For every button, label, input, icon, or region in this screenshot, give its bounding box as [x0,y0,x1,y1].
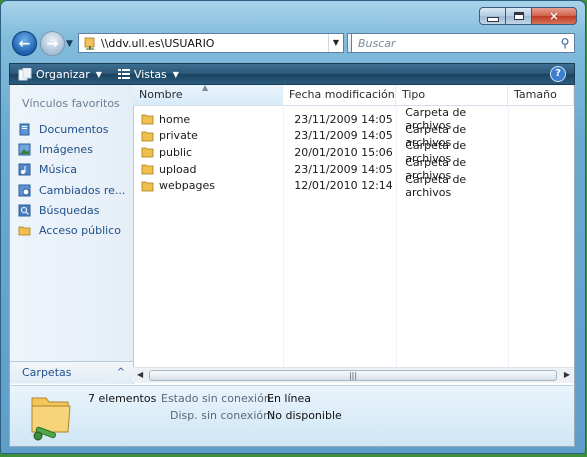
favorite-links-title: Vínculos favoritos [22,97,120,110]
offline-availability-label: Disp. sin conexión: [170,409,274,422]
column-divider [283,105,284,367]
network-folder-icon [84,37,95,50]
music-icon [18,163,31,176]
favorite-links-list: Documentos Imágenes Música Cambiados re.… [18,119,125,241]
search-input[interactable] [356,35,556,51]
scroll-right-icon[interactable]: ▶ [564,370,570,379]
search-icon[interactable]: ⚲ [556,36,574,50]
forward-arrow-icon: → [46,35,59,52]
address-bar[interactable]: \\ddv.ull.es\USUARIO ▼ [78,33,344,53]
favorite-link-cambiados[interactable]: Cambiados re... [18,180,125,200]
scrollbar-thumb[interactable]: ||| [149,370,557,381]
folder-icon [141,164,154,175]
organize-icon [18,67,32,80]
file-name: upload [159,162,197,176]
folder-icon [141,148,154,158]
folders-label: Carpetas [22,366,72,379]
folder-icon [141,181,154,192]
organize-button[interactable]: Organizar ▼ [18,67,102,81]
close-button[interactable]: × [531,7,577,25]
favorite-link-documentos[interactable]: Documentos [18,119,125,139]
organize-dropdown-icon: ▼ [95,69,102,79]
address-dropdown-icon[interactable]: ▼ [328,34,343,52]
search-box: ⚲ [351,33,575,53]
favorite-link-label: Búsquedas [39,203,100,217]
command-toolbar: Organizar ▼ Vistas ▼ ? [9,63,575,85]
column-header-type[interactable]: Tipo [396,85,508,105]
file-name: public [159,145,193,159]
folder-icon [18,226,31,236]
favorite-link-imagenes[interactable]: Imágenes [18,139,125,159]
file-date: 23/11/2009 14:05 [294,129,393,143]
minimize-icon [486,16,499,22]
favorite-link-busquedas[interactable]: Búsquedas [18,200,125,220]
file-name: webpages [159,179,215,193]
navigation-bar: ← → ▼ \\ddv.ull.es\USUARIO ▼ ➜ ⚲ [9,31,575,57]
column-header-name[interactable]: ▲ Nombre [133,83,283,105]
file-date: 23/11/2009 14:05 [294,162,393,176]
recent-changes-icon [18,184,31,197]
offline-status-label: Estado sin conexión: [161,392,275,405]
favorite-link-musica[interactable]: Música [18,160,125,180]
favorite-link-label: Imágenes [39,142,93,156]
content-area: Vínculos favoritos Documentos Imágenes M… [9,83,575,385]
documents-icon [19,123,30,136]
offline-availability-value: No disponible [267,409,342,422]
views-label: Vistas [133,67,167,81]
favorite-link-label: Música [39,163,78,177]
favorite-link-label: Cambiados re... [39,183,126,197]
column-header-date[interactable]: Fecha modificación [283,85,396,105]
views-dropdown-icon: ▼ [172,69,179,79]
folder-icon [141,131,154,142]
column-header-label: Fecha modificación [289,88,395,101]
file-name: home [159,112,191,126]
folders-toggle[interactable]: Carpetas ^ [10,361,133,383]
scroll-left-icon[interactable]: ◀ [137,370,143,379]
column-header-label: Tamaño [514,88,557,101]
folder-icon [141,114,154,125]
searches-icon [18,204,31,217]
views-button[interactable]: Vistas ▼ [117,67,179,81]
back-button[interactable]: ← [12,31,37,56]
maximize-button[interactable] [505,7,532,25]
explorer-window: × ← → ▼ \\ddv.ull.es\USUARIO ▼ ➜ ⚲ Orga [0,0,586,454]
file-date: 12/01/2010 12:14 [294,179,393,193]
caption-buttons: × [479,7,577,25]
close-icon: × [548,9,560,23]
column-header-row: ▲ Nombre Fecha modificación Tipo Tamaño [133,83,574,106]
offline-status-value: En línea [267,392,312,405]
sort-ascending-icon: ▲ [202,83,209,92]
pictures-icon [18,143,31,156]
grip-icon: ||| [348,371,358,380]
file-date: 23/11/2009 14:05 [294,112,393,126]
file-list: ▲ Nombre Fecha modificación Tipo Tamaño … [133,83,574,384]
back-arrow-icon: ← [18,35,31,52]
recent-pages-dropdown[interactable]: ▼ [66,39,73,49]
views-icon [117,69,130,79]
maximize-icon [513,12,524,20]
address-path: \\ddv.ull.es\USUARIO [101,36,215,50]
minimize-button[interactable] [479,7,506,25]
column-divider [508,105,509,367]
file-name: private [159,129,198,143]
favorite-link-label: Acceso público [39,224,121,238]
forward-button[interactable]: → [40,31,65,56]
favorite-link-acceso-publico[interactable]: Acceso público [18,220,125,240]
network-folder-icon [31,397,71,441]
chevron-up-icon: ^ [116,367,125,378]
favorite-link-label: Documentos [39,122,109,136]
column-header-label: Tipo [402,88,426,101]
navigation-pane: Vínculos favoritos Documentos Imágenes M… [10,85,134,384]
details-pane: 7 elementos Estado sin conexión: En líne… [9,385,575,447]
file-type: Carpeta de archivos [405,172,467,199]
help-icon[interactable]: ? [550,66,566,82]
column-divider [396,105,397,367]
file-date: 20/01/2010 15:06 [294,145,393,159]
item-count: 7 elementos [88,392,157,405]
column-header-label: Nombre [139,88,183,101]
horizontal-scrollbar[interactable]: ◀ ||| ▶ [133,367,574,383]
organize-label: Organizar [36,67,90,81]
column-header-size[interactable]: Tamaño [508,85,574,105]
